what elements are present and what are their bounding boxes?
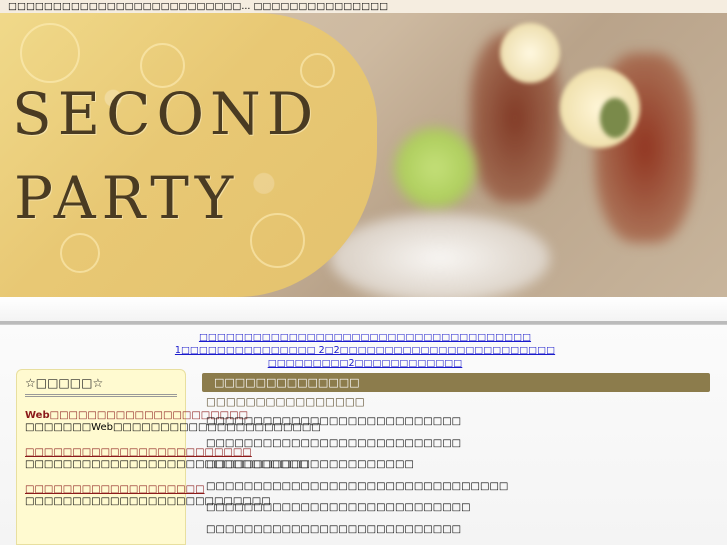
list-item: □□□□□□□□□□□□□□□□ [206,541,706,545]
sidebar-item-title[interactable]: □□□□□□□□□□□□□□□□□□□□□□□□ [25,446,252,459]
main-subheading: □□□□□□□□□□□□□□□□ [206,396,365,408]
main-section-heading: □□□□□□□□□□□□□□ [202,373,710,392]
list-item: □□□□□□□□□□□□□□□□□□□□□□□□□□□□ [206,502,471,514]
sidebar-item-title[interactable]: Web□□□□□□□□□□□□□□□□□□□□□ [25,409,248,422]
main-list: □□□□□□□□□□□□□□□□□□□□□□□□□□□ □□□□□□□□□□□□… [206,411,706,545]
list-item: □□□□□□□□□□□□□□□□□□□□□□□□□□□ [206,523,462,535]
notice-link-block: □□□□□□□□□□□□□□□□□□□□□□□□□□□□□□□□□□□□□ 1□… [160,331,570,370]
top-description-bar: □□□□□□□□□□□□□□□□□□□□□□□□□□... □□□□□□□□□□… [0,0,727,13]
glass-bowl-image [330,213,550,297]
page-content: □□□□□□□□□□□□□□□□□□□□□□□□□□□□□□□□□□□□□ 1□… [0,325,727,545]
swirl-ornament [60,233,100,273]
header-banner[interactable]: SECOND PARTY [0,13,727,297]
sidebar-title: ☆□□□□□☆ [25,374,177,397]
swirl-ornament [20,23,80,83]
sidebar: ☆□□□□□☆ Web□□□□□□□□□□□□□□□□□□□□□ □□□□□□□… [16,369,321,545]
banner-divider [0,297,727,325]
list-item: □□□□□□□□□□□□□□□□□□□□□□ [206,459,414,471]
site-logo-line-2: PARTY [14,164,240,232]
notice-link-continued[interactable]: □□□□□□□□□2□□□□□□□□□□□□ [268,358,463,369]
list-item: □□□□□□□□□□□□□□□□□□□□□□□□□□□ [206,437,462,449]
sidebar-item-description: □□□□□□□Web□□□□□□□□□□□□□□□□□□□□□□ [25,422,321,433]
top-description-text: □□□□□□□□□□□□□□□□□□□□□□□□□□... □□□□□□□□□□… [8,1,389,12]
logo-background [0,13,377,297]
leaf-image [600,98,630,138]
sidebar-item[interactable]: Web□□□□□□□□□□□□□□□□□□□□□ □□□□□□□Web□□□□□… [25,409,321,434]
flower-image [500,23,560,83]
site-logo-line-1: SECOND [12,80,320,148]
swirl-ornament [250,213,305,268]
list-item: □□□□□□□□□□□□□□□□□□□□□□□□□□□□□□□□ [206,480,509,492]
sidebar-item[interactable]: □□□□□□□□□□□□□□□□□□□□□□□□ □□□□□□□□□□□□□□□… [25,446,309,471]
list-item: □□□□□□□□□□□□□□□□□□□□□□□□□□□ [206,416,462,427]
sidebar-item-description: □□□□□□□□□□□□□□□□□□□□□□□□□□□□□□ [25,459,309,470]
sidebar-item-title[interactable]: □□□□□□□□□□□□□□□□□□□ [25,483,205,496]
decoration-image [395,128,475,208]
notice-link[interactable]: □□□□□□□□□□□□□□□□□□□□□□□□□□□□□□□□□□□□□ 1□… [175,332,555,356]
sidebar-item[interactable]: □□□□□□□□□□□□□□□□□□□ □□□□□□□□□□□□□□□□□□□□… [25,483,271,508]
sidebar-item-description: □□□□□□□□□□□□□□□□□□□□□□□□□□ [25,496,271,507]
